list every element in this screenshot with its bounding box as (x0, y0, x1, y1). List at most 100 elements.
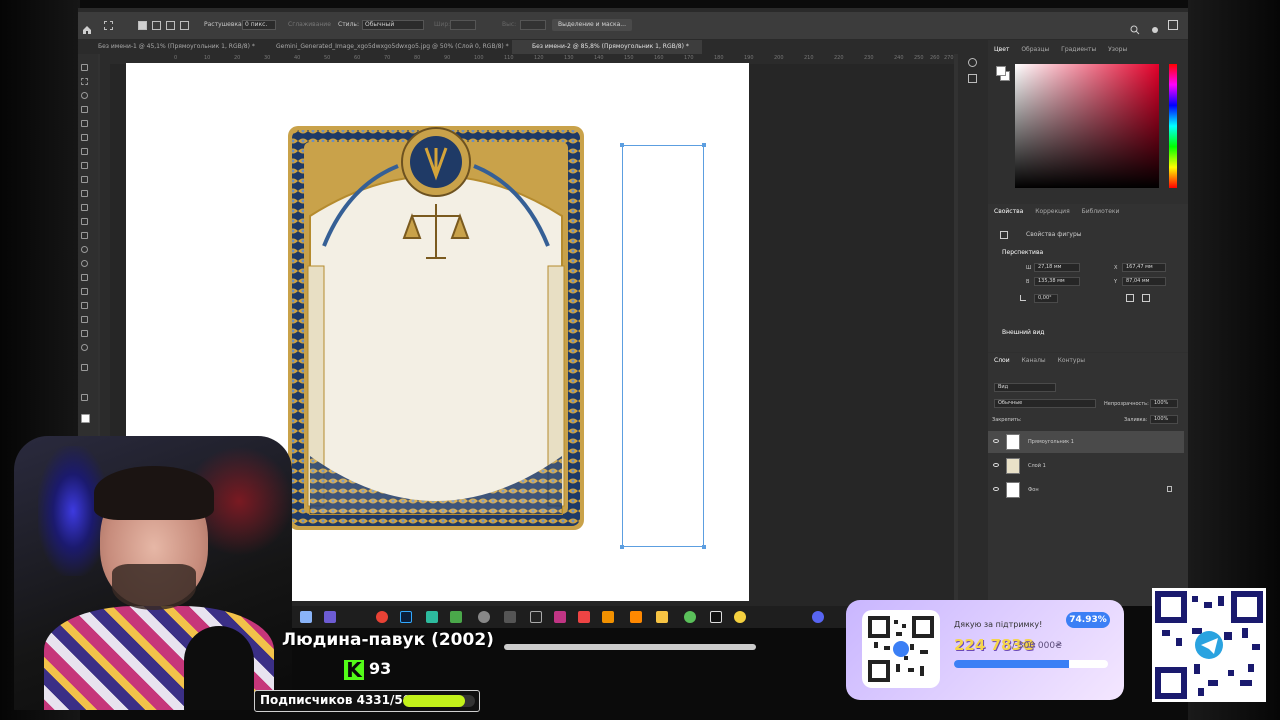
eye-icon[interactable] (993, 463, 999, 467)
discord-icon[interactable] (812, 611, 824, 623)
blur-tool-icon[interactable] (81, 246, 88, 253)
flip-vertical-icon[interactable] (1142, 294, 1150, 302)
layer-row[interactable]: Слой 1 (988, 455, 1184, 477)
workspace-icon[interactable] (1168, 20, 1178, 30)
rectangle-tool-icon[interactable] (81, 316, 88, 323)
style-select[interactable]: Обычный (362, 20, 424, 30)
tab-document-1[interactable]: Без имени-1 @ 45,1% (Прямоугольник 1, RG… (78, 40, 256, 54)
tab-color[interactable]: Цвет (994, 46, 1009, 53)
layer-filter-select[interactable]: Вид (994, 383, 1056, 392)
gradient-tool-icon[interactable] (81, 232, 88, 239)
tab-paths[interactable]: Контуры (1058, 357, 1085, 364)
eraser-tool-icon[interactable] (81, 218, 88, 225)
layers-comp-icon[interactable] (968, 74, 977, 83)
tab-channels[interactable]: Каналы (1022, 357, 1046, 364)
windows-icon[interactable] (300, 611, 312, 623)
app-icon[interactable] (684, 611, 696, 623)
home-icon[interactable] (82, 20, 92, 34)
transform-handle[interactable] (702, 143, 706, 147)
folder-icon[interactable] (656, 611, 668, 623)
widgets-icon[interactable] (324, 611, 336, 623)
pen-tool-icon[interactable] (81, 274, 88, 281)
foreground-color-swatch[interactable] (996, 66, 1006, 76)
tab-adjustments[interactable]: Коррекция (1035, 208, 1069, 215)
transform-handle[interactable] (702, 545, 706, 549)
marquee-tool-icon[interactable] (104, 21, 113, 30)
tab-libraries[interactable]: Библиотеки (1082, 208, 1120, 215)
transform-handle[interactable] (620, 143, 624, 147)
app-icon[interactable] (504, 611, 516, 623)
intersect-selection-icon[interactable] (180, 21, 189, 30)
y-input[interactable]: 87,04 мм (1122, 277, 1166, 286)
eye-icon[interactable] (993, 439, 999, 443)
history-icon[interactable] (968, 58, 977, 67)
diploma-frame-image[interactable] (288, 126, 584, 530)
tab-swatches[interactable]: Образцы (1021, 46, 1049, 53)
tab-properties[interactable]: Свойства (994, 208, 1023, 215)
angle-input[interactable]: 0,00° (1034, 294, 1058, 303)
eyedropper-tool-icon[interactable] (81, 148, 88, 155)
app-icon[interactable] (530, 611, 542, 623)
section-appearance[interactable]: Внешний вид (1002, 329, 1044, 336)
rectangle-shape-outline[interactable] (620, 143, 706, 549)
tab-document-2[interactable]: Gemini_Generated_Image_xgo5dwxgo5dwxgo5.… (256, 40, 512, 54)
vlc-icon[interactable] (630, 611, 642, 623)
height-input[interactable]: 135,38 мм (1034, 277, 1080, 286)
hand-tool-icon[interactable] (81, 330, 88, 337)
healing-brush-tool-icon[interactable] (81, 162, 88, 169)
type-tool-icon[interactable] (81, 288, 88, 295)
width-input[interactable]: 27,18 мм (1034, 263, 1080, 272)
x-input[interactable]: 167,47 мм (1122, 263, 1166, 272)
tab-document-3[interactable]: Без имени-2 @ 85,8% (Прямоугольник 1, RG… (512, 40, 702, 54)
history-brush-tool-icon[interactable] (81, 204, 88, 211)
app-icon[interactable] (578, 611, 590, 623)
crop-tool-icon[interactable] (81, 120, 88, 127)
marquee-tool-icon[interactable] (81, 78, 88, 85)
app-icon[interactable] (602, 611, 614, 623)
swap-colors-icon[interactable] (81, 394, 88, 401)
instagram-icon[interactable] (554, 611, 566, 623)
opacity-input[interactable]: 100% (1150, 399, 1178, 408)
search-icon[interactable] (1130, 20, 1140, 35)
app-icon[interactable] (710, 611, 722, 623)
app-icon[interactable] (450, 611, 462, 623)
transform-handle[interactable] (620, 545, 624, 549)
width-input[interactable] (450, 20, 476, 30)
chrome-icon[interactable] (376, 611, 388, 623)
move-tool-icon[interactable] (81, 64, 88, 71)
layer-row[interactable]: Фон (988, 479, 1184, 501)
select-and-mask-button[interactable]: Выделение и маска... (552, 19, 632, 31)
app-icon[interactable] (734, 611, 746, 623)
smoothing-checkbox[interactable]: Сглаживание (288, 21, 331, 28)
photoshop-icon[interactable] (400, 611, 412, 623)
section-perspective[interactable]: Перспектива (1002, 249, 1043, 256)
dodge-tool-icon[interactable] (81, 260, 88, 267)
new-selection-icon[interactable] (138, 21, 147, 30)
path-select-tool-icon[interactable] (81, 302, 88, 309)
height-input[interactable] (520, 20, 546, 30)
frame-tool-icon[interactable] (81, 134, 88, 141)
flip-horizontal-icon[interactable] (1126, 294, 1134, 302)
layer-row[interactable]: Прямоугольник 1 (988, 431, 1184, 453)
hue-slider[interactable] (1169, 64, 1177, 188)
tab-gradients[interactable]: Градиенты (1061, 46, 1096, 53)
brush-tool-icon[interactable] (81, 176, 88, 183)
tab-patterns[interactable]: Узоры (1108, 46, 1127, 53)
discover-icon[interactable] (1150, 20, 1160, 33)
color-picker-field[interactable] (1015, 64, 1159, 188)
blend-mode-select[interactable]: Обычные (994, 399, 1096, 408)
subtract-selection-icon[interactable] (166, 21, 175, 30)
app-icon[interactable] (426, 611, 438, 623)
fill-input[interactable]: 100% (1150, 415, 1178, 424)
eye-icon[interactable] (993, 487, 999, 491)
tab-layers[interactable]: Слои (994, 357, 1010, 364)
clone-stamp-tool-icon[interactable] (81, 190, 88, 197)
add-selection-icon[interactable] (152, 21, 161, 30)
more-tools-icon[interactable] (81, 364, 88, 371)
quick-select-tool-icon[interactable] (81, 106, 88, 113)
lasso-tool-icon[interactable] (81, 92, 88, 99)
feather-input[interactable]: 0 пикс. (242, 20, 276, 30)
foreground-color-swatch[interactable] (81, 414, 90, 423)
zoom-tool-icon[interactable] (81, 344, 88, 351)
clock-icon[interactable] (478, 611, 490, 623)
